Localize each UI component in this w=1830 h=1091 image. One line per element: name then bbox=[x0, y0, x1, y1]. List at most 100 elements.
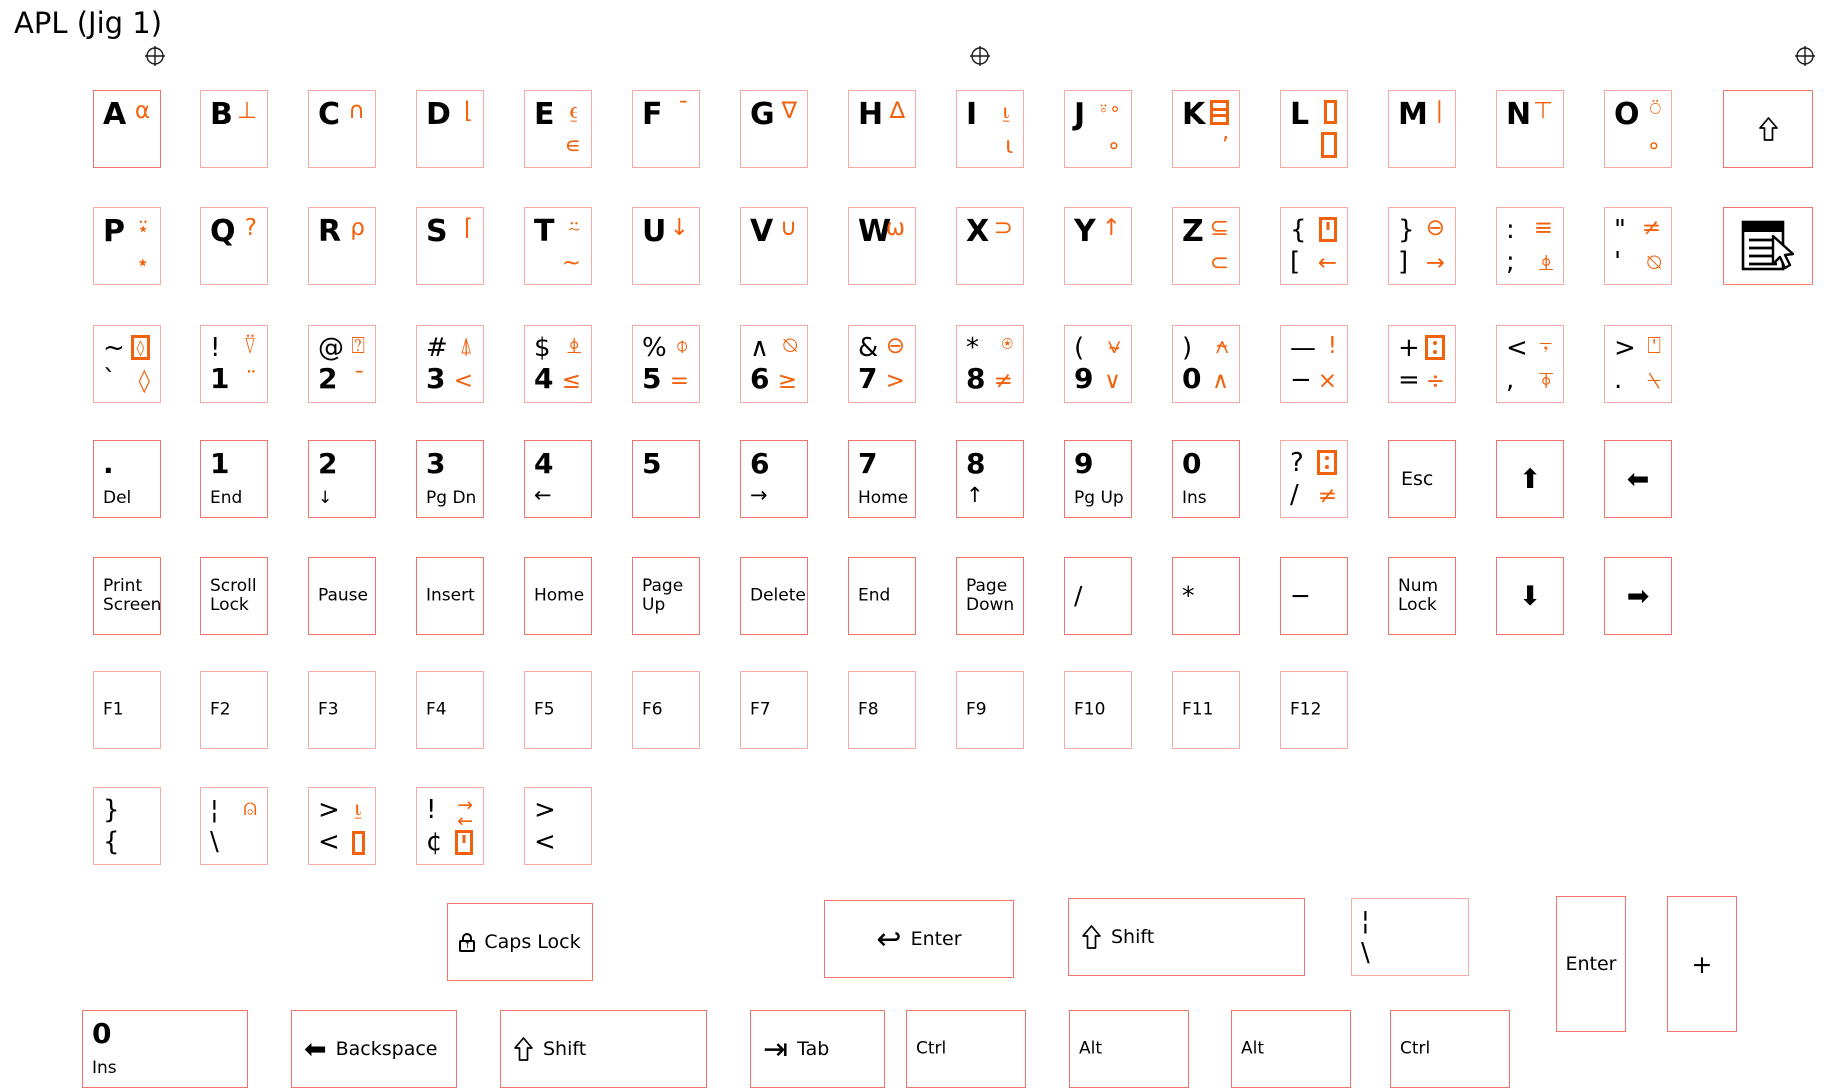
key-numpad-9[interactable]: 9 Pg Up bbox=[1064, 440, 1132, 518]
key-m[interactable]: M ∣ bbox=[1388, 90, 1456, 168]
key-print-screen[interactable]: Print Screen bbox=[93, 557, 161, 635]
key-f12[interactable]: F12 bbox=[1280, 671, 1348, 749]
key-f10[interactable]: F10 bbox=[1064, 671, 1132, 749]
key-end[interactable]: End bbox=[848, 557, 916, 635]
key-arrow-up[interactable]: ⬆ bbox=[1496, 440, 1564, 518]
key-alt-left[interactable]: Alt bbox=[1069, 1010, 1189, 1088]
key-e[interactable]: E ⍷ ∊ bbox=[524, 90, 592, 168]
key-a[interactable]: A ⍺ bbox=[93, 90, 161, 168]
key-esc[interactable]: Esc bbox=[1388, 440, 1456, 518]
key-numpad-plus[interactable]: + bbox=[1667, 896, 1737, 1032]
key-numpad-4[interactable]: 4 ← bbox=[524, 440, 592, 518]
key-w[interactable]: W ⍵ bbox=[848, 207, 916, 285]
key-five[interactable]: % 5 ⌽ = bbox=[632, 325, 700, 403]
key-h[interactable]: H ∆ bbox=[848, 90, 916, 168]
key-page-down[interactable]: Page Down bbox=[956, 557, 1024, 635]
key-numpad-1[interactable]: 1 End bbox=[200, 440, 268, 518]
key-f5[interactable]: F5 bbox=[524, 671, 592, 749]
key-f9[interactable]: F9 bbox=[956, 671, 1024, 749]
key-eight[interactable]: * 8 ⍟ ≠ bbox=[956, 325, 1024, 403]
key-f[interactable]: F ¯ bbox=[632, 90, 700, 168]
key-two[interactable]: @ 2 ⍰ ¯ bbox=[308, 325, 376, 403]
key-enter[interactable]: ↩ Enter bbox=[824, 900, 1014, 978]
key-shift-up[interactable] bbox=[1723, 90, 1813, 168]
key-quote[interactable]: " ' ≠ ⍉ bbox=[1604, 207, 1672, 285]
key-angle-pair[interactable]: > < ⍸ bbox=[308, 787, 376, 865]
key-bang-cent[interactable]: ! ¢ → ← bbox=[416, 787, 484, 865]
key-j[interactable]: J ⍤∘ ∘ bbox=[1064, 90, 1132, 168]
key-shift[interactable]: Shift bbox=[1068, 898, 1305, 976]
key-numpad-multiply[interactable]: * bbox=[1172, 557, 1240, 635]
key-pause[interactable]: Pause bbox=[308, 557, 376, 635]
key-r[interactable]: R ⍴ bbox=[308, 207, 376, 285]
key-arrow-left[interactable]: ⬅ bbox=[1604, 440, 1672, 518]
key-one[interactable]: ! 1 ⍢ ¨ bbox=[200, 325, 268, 403]
key-q[interactable]: Q ? bbox=[200, 207, 268, 285]
key-numpad-enter[interactable]: Enter bbox=[1556, 896, 1626, 1032]
key-equals[interactable]: + = ÷ bbox=[1388, 325, 1456, 403]
key-f3[interactable]: F3 bbox=[308, 671, 376, 749]
key-g[interactable]: G ∇ bbox=[740, 90, 808, 168]
key-backspace[interactable]: ⬅ Backspace bbox=[291, 1010, 457, 1088]
key-v[interactable]: V ∪ bbox=[740, 207, 808, 285]
key-arrow-right[interactable]: ➡ bbox=[1604, 557, 1672, 635]
key-bracket-right[interactable]: } ] ⊖ → bbox=[1388, 207, 1456, 285]
key-num-lock[interactable]: Num Lock bbox=[1388, 557, 1456, 635]
key-numpad-6[interactable]: 6 → bbox=[740, 440, 808, 518]
key-pipe-backslash-2[interactable]: ¦ \ bbox=[1351, 898, 1469, 976]
key-numpad-0[interactable]: 0 Ins bbox=[1172, 440, 1240, 518]
key-scroll-lock[interactable]: Scroll Lock bbox=[200, 557, 268, 635]
key-slash-question[interactable]: ? / ≠ bbox=[1280, 440, 1348, 518]
key-three[interactable]: # 3 ⍋ < bbox=[416, 325, 484, 403]
key-f1[interactable]: F1 bbox=[93, 671, 161, 749]
key-k[interactable]: K ʼ bbox=[1172, 90, 1240, 168]
key-tab[interactable]: ⇥ Tab bbox=[750, 1010, 885, 1088]
key-zero[interactable]: ) 0 ⍲ ∧ bbox=[1172, 325, 1240, 403]
key-shift-2[interactable]: Shift bbox=[500, 1010, 707, 1088]
key-brace-pair[interactable]: } { bbox=[93, 787, 161, 865]
key-comma[interactable]: < , ⍪ ⍕ bbox=[1496, 325, 1564, 403]
key-numpad-8[interactable]: 8 ↑ bbox=[956, 440, 1024, 518]
key-numpad-0-wide[interactable]: 0 Ins bbox=[82, 1010, 248, 1088]
key-d[interactable]: D ⌊ bbox=[416, 90, 484, 168]
key-minus[interactable]: — − ! × bbox=[1280, 325, 1348, 403]
key-f11[interactable]: F11 bbox=[1172, 671, 1240, 749]
key-nine[interactable]: ( 9 ⍱ ∨ bbox=[1064, 325, 1132, 403]
key-z[interactable]: Z ⊆ ⊂ bbox=[1172, 207, 1240, 285]
key-pipe-backslash[interactable]: ¦ \ ⍝ bbox=[200, 787, 268, 865]
key-i[interactable]: I ⍸ ⍳ bbox=[956, 90, 1024, 168]
key-angle-pair-2[interactable]: > < bbox=[524, 787, 592, 865]
key-numpad-5[interactable]: 5 bbox=[632, 440, 700, 518]
key-b[interactable]: B ⊥ bbox=[200, 90, 268, 168]
key-t[interactable]: T ⍨ ∼ bbox=[524, 207, 592, 285]
key-alt-right[interactable]: Alt bbox=[1231, 1010, 1351, 1088]
key-caps-lock[interactable]: ↑ Caps Lock bbox=[447, 903, 593, 981]
key-numpad-2[interactable]: 2 ↓ bbox=[308, 440, 376, 518]
key-seven[interactable]: & 7 ⊖ > bbox=[848, 325, 916, 403]
key-f2[interactable]: F2 bbox=[200, 671, 268, 749]
key-o[interactable]: O ⍥ ∘ bbox=[1604, 90, 1672, 168]
key-x[interactable]: X ⊃ bbox=[956, 207, 1024, 285]
key-home[interactable]: Home bbox=[524, 557, 592, 635]
key-four[interactable]: $ 4 ⍎ ≤ bbox=[524, 325, 592, 403]
key-c[interactable]: C ∩ bbox=[308, 90, 376, 168]
key-f6[interactable]: F6 bbox=[632, 671, 700, 749]
key-f4[interactable]: F4 bbox=[416, 671, 484, 749]
key-arrow-down[interactable]: ⬇ bbox=[1496, 557, 1564, 635]
key-numpad-divide[interactable]: / bbox=[1064, 557, 1132, 635]
key-u[interactable]: U ↓ bbox=[632, 207, 700, 285]
key-period[interactable]: > . ⍞ ⍀ bbox=[1604, 325, 1672, 403]
key-ctrl-left[interactable]: Ctrl bbox=[906, 1010, 1026, 1088]
key-page-up[interactable]: Page Up bbox=[632, 557, 700, 635]
key-notepad[interactable] bbox=[1723, 207, 1813, 285]
key-numpad-7[interactable]: 7 Home bbox=[848, 440, 916, 518]
key-ctrl-right[interactable]: Ctrl bbox=[1390, 1010, 1510, 1088]
key-p[interactable]: P ⍣ ⋆ bbox=[93, 207, 161, 285]
key-bracket-left[interactable]: { [ ← bbox=[1280, 207, 1348, 285]
key-f8[interactable]: F8 bbox=[848, 671, 916, 749]
key-numpad-del[interactable]: . Del bbox=[93, 440, 161, 518]
key-grave[interactable]: ~ ` ◊ bbox=[93, 325, 161, 403]
key-l[interactable]: L bbox=[1280, 90, 1348, 168]
key-six[interactable]: ∧ 6 ⍉ ≥ bbox=[740, 325, 808, 403]
key-semicolon[interactable]: : ; ≡ ⍎ bbox=[1496, 207, 1564, 285]
